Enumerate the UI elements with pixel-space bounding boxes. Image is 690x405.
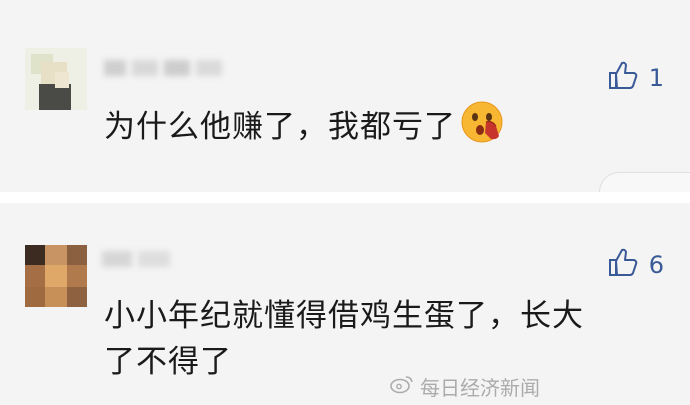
username-blurred[interactable] xyxy=(104,54,224,82)
username-blurred[interactable] xyxy=(102,245,174,273)
comment-card-2: 小小年纪就懂得借鸡生蛋了，长大 了不得了 6 每日经济新闻 xyxy=(0,203,690,405)
thumbs-up-icon xyxy=(607,60,639,96)
thumbs-up-icon xyxy=(607,247,639,283)
comment-text-line-1: 小小年纪就懂得借鸡生蛋了，长大 xyxy=(104,298,584,334)
avatar[interactable] xyxy=(25,245,87,307)
face-with-hand-over-mouth-icon xyxy=(460,100,504,157)
comment-card-1: 为什么他赚了，我都亏了 1 xyxy=(0,0,690,193)
comment-text-body: 为什么他赚了，我都亏了 xyxy=(104,109,456,145)
corner-decoration xyxy=(599,172,690,193)
like-button[interactable]: 1 xyxy=(607,60,664,96)
divider xyxy=(0,192,690,203)
weibo-icon xyxy=(390,374,414,399)
like-button[interactable]: 6 xyxy=(607,247,664,283)
watermark: 每日经济新闻 xyxy=(390,372,540,401)
avatar[interactable] xyxy=(25,48,87,110)
like-count: 1 xyxy=(648,64,664,92)
watermark-text: 每日经济新闻 xyxy=(420,376,540,400)
like-count: 6 xyxy=(648,251,664,279)
comment-text: 为什么他赚了，我都亏了 xyxy=(104,100,504,157)
